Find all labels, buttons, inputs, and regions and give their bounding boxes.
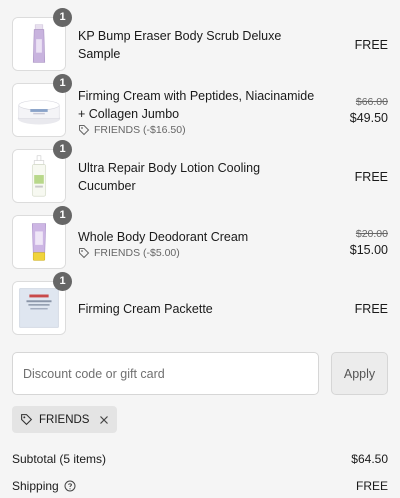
discount-form: Apply xyxy=(12,352,388,395)
original-price: $66.00 xyxy=(355,96,388,108)
item-title: KP Bump Eraser Body Scrub Deluxe Sample xyxy=(78,29,282,61)
close-icon[interactable] xyxy=(99,415,109,425)
tag-icon xyxy=(21,414,33,426)
item-title: Ultra Repair Body Lotion Cooling Cucumbe… xyxy=(78,161,261,193)
item-price: FREE xyxy=(354,170,388,184)
discount-code-input[interactable] xyxy=(12,352,319,395)
line-item: 1 Whole Body Deodorant Cream FRIENDS (-$… xyxy=(12,206,388,271)
item-price: FREE xyxy=(354,302,388,316)
line-item: 1 Ultra Repair Body Lotion Cooling Cucum… xyxy=(12,140,388,205)
tag-icon xyxy=(79,247,90,258)
item-title: Firming Cream with Peptides, Niacinamide… xyxy=(78,88,315,121)
shipping-value: FREE xyxy=(355,479,388,493)
line-item: 1 Firming Cream Packette FREE xyxy=(12,272,388,337)
quantity-badge: 1 xyxy=(53,8,72,27)
apply-button[interactable]: Apply xyxy=(331,352,388,395)
applied-discount-code: FRIENDS xyxy=(39,413,90,426)
tag-icon xyxy=(79,124,90,135)
quantity-badge: 1 xyxy=(53,206,72,225)
item-price: $49.50 xyxy=(349,111,388,125)
quantity-badge: 1 xyxy=(53,140,72,159)
discount-allocation-label: FRIENDS (-$5.00) xyxy=(94,246,180,259)
original-price: $20.00 xyxy=(355,228,388,240)
subtotal-row: Subtotal (5 items) $64.50 xyxy=(12,452,388,466)
item-title: Firming Cream Packette xyxy=(78,302,213,316)
shipping-row: Shipping FREE xyxy=(12,479,388,493)
applied-discount-tag: FRIENDS xyxy=(12,406,118,433)
subtotal-value: $64.50 xyxy=(351,452,388,466)
item-title: Whole Body Deodorant Cream xyxy=(78,229,249,244)
subtotal-label: Subtotal (5 items) xyxy=(12,452,107,466)
discount-allocation-label: FRIENDS (-$16.50) xyxy=(94,123,186,136)
shipping-label: Shipping xyxy=(12,479,59,493)
discount-allocation: FRIENDS (-$16.50) xyxy=(78,124,320,136)
line-item: 1 KP Bump Eraser Body Scrub Deluxe Sampl… xyxy=(12,8,388,73)
discount-allocation: FRIENDS (-$5.00) xyxy=(78,247,320,259)
quantity-badge: 1 xyxy=(53,74,72,93)
item-price: $15.00 xyxy=(349,243,388,257)
item-price: FREE xyxy=(354,38,388,52)
quantity-badge: 1 xyxy=(53,272,72,291)
line-item: 1 Firming Cream with Peptides, Niacinami… xyxy=(12,74,388,139)
help-icon[interactable] xyxy=(64,480,76,492)
